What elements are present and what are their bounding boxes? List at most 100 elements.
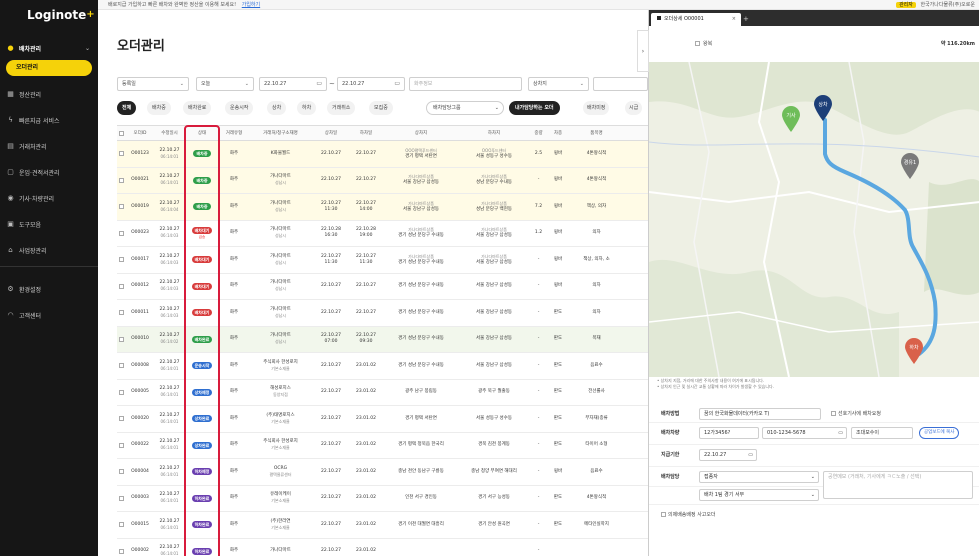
- sidebar-item-settlement[interactable]: ▦ 정산관리: [0, 84, 98, 104]
- row-checkbox[interactable]: [117, 221, 125, 247]
- status-badge[interactable]: 배차대기: [191, 309, 213, 317]
- status-badge[interactable]: 상차완료: [191, 415, 213, 423]
- status-badge[interactable]: 배차중: [193, 176, 211, 184]
- row-checkbox[interactable]: [117, 486, 125, 512]
- signup-link[interactable]: 가입하기: [242, 2, 260, 8]
- table-row[interactable]: O00019 22.10.27 06:14:04 배차중 화주 가나다마트 성남시 22.10…: [117, 194, 648, 221]
- date-from-field[interactable]: 22.10.27 ▭: [259, 77, 327, 91]
- tab-cancelled[interactable]: 거래취소: [327, 101, 356, 115]
- status-badge[interactable]: 배차대기: [191, 226, 213, 234]
- cell-order-id[interactable]: O00003: [125, 486, 155, 512]
- col-status[interactable]: 상태: [184, 126, 220, 140]
- date-type-select[interactable]: 등록일 ⌄: [117, 77, 189, 91]
- table-row[interactable]: O00002 22.10.27 06:14:01 하차완료 화주 가나다마트 22.10.2…: [117, 539, 648, 556]
- col-order-id[interactable]: 오더ID: [125, 126, 155, 140]
- manager-type-select[interactable]: 접종자 ⌄: [699, 471, 819, 483]
- dispatch-group-select[interactable]: 배차담당그룹 ⌄: [426, 101, 504, 115]
- status-badge[interactable]: 하차완료: [191, 521, 213, 529]
- round-trip-toggle[interactable]: 왕복: [695, 40, 712, 47]
- driver-name-field[interactable]: 조대모수이: [851, 427, 913, 439]
- row-checkbox[interactable]: [117, 168, 125, 194]
- row-checkbox[interactable]: [117, 380, 125, 406]
- manager-name-select[interactable]: 배차 1팀 경기 서부 ⌄: [699, 489, 819, 501]
- row-checkbox[interactable]: [117, 539, 125, 556]
- status-badge[interactable]: 하차완료: [191, 547, 213, 555]
- pay-deadline-field[interactable]: 22.10.27 ▭: [699, 449, 757, 461]
- map-marker-driver[interactable]: 기사: [780, 105, 802, 133]
- logo[interactable]: Loginote+: [0, 0, 98, 30]
- col-item[interactable]: 품목명: [568, 126, 625, 140]
- search-type-select[interactable]: 상차지 ⌄: [528, 77, 589, 91]
- cell-order-id[interactable]: O00022: [125, 433, 155, 459]
- collapse-panel-button[interactable]: ›: [637, 30, 649, 72]
- tab-transport-started[interactable]: 운송시작: [225, 101, 254, 115]
- row-checkbox[interactable]: [117, 327, 125, 353]
- sidebar-item-clients[interactable]: ▤ 거래처관리: [0, 136, 98, 156]
- table-row[interactable]: O00123 22.10.27 06:14:01 배차중 화주 K화물월드 22.10.27…: [117, 141, 648, 168]
- status-badge[interactable]: 하차완료: [191, 494, 213, 502]
- col-client[interactable]: 거래처/청구소재명: [248, 126, 313, 140]
- sidebar-item-tools[interactable]: ▣ 도구모음: [0, 214, 98, 234]
- table-row[interactable]: O00021 22.10.27 06:14:01 배차중 화주 가나다마트 성남시 22.10…: [117, 167, 648, 194]
- table-row[interactable]: O00023 22.10.27 06:14:03 배차대기 급송 화주 가나다마트 성남시 22…: [117, 221, 648, 247]
- table-row[interactable]: O00005 22.10.27 06:14:01 상차예정 화주 해성로지스 동양지점 22.…: [117, 380, 648, 406]
- map-marker-pickup[interactable]: 상차: [812, 94, 834, 122]
- sidebar-subitem-order-management[interactable]: 오더관리: [6, 60, 92, 76]
- row-checkbox[interactable]: [117, 300, 125, 326]
- cell-order-id[interactable]: O00010: [125, 327, 155, 353]
- cell-order-id[interactable]: O00015: [125, 512, 155, 538]
- table-row[interactable]: O00020 22.10.27 06:14:01 상차완료 화주 (주)태명로지스 기본소재…: [117, 406, 648, 433]
- sidebar-item-fare-quote[interactable]: ▢ 운임·견적서관리: [0, 162, 98, 182]
- cell-order-id[interactable]: O00021: [125, 168, 155, 194]
- tab-dispatched[interactable]: 배차완료: [183, 101, 212, 115]
- status-badge[interactable]: 상차예정: [191, 388, 213, 396]
- tab-urgent[interactable]: 시급: [625, 101, 643, 115]
- sidebar-item-fast-pay[interactable]: ϟ 빠른지급 서비스: [0, 110, 98, 130]
- map-marker-dropoff[interactable]: 하차: [903, 337, 925, 365]
- select-all-checkbox[interactable]: [117, 126, 125, 140]
- table-row[interactable]: O00017 22.10.27 06:14:03 배차대기 화주 가나다마트 성남시 22.1…: [117, 247, 648, 274]
- status-badge[interactable]: 하차예정: [191, 468, 213, 476]
- account-info[interactable]: 관리자 한국가나다물류(주)오로운: [896, 0, 975, 10]
- route-map[interactable]: 상차 기사 경유1 하차: [649, 62, 979, 377]
- row-checkbox[interactable]: [117, 194, 125, 220]
- driver-phone-field[interactable]: 010-1234-5678 ▭: [762, 427, 847, 439]
- col-modified[interactable]: 수정일시: [155, 126, 184, 140]
- sidebar-item-settings[interactable]: ⚙ 환경설정: [0, 279, 98, 299]
- cell-order-id[interactable]: O00020: [125, 406, 155, 432]
- col-dropoff[interactable]: 하차지: [459, 126, 529, 140]
- table-row[interactable]: O00004 22.10.27 06:14:01 하차예정 화주 OCRG 평택물류센터 22…: [117, 459, 648, 486]
- search-input[interactable]: [593, 77, 648, 91]
- sidebar-item-dispatch[interactable]: ● 배차관리 ⌄: [0, 38, 98, 58]
- cell-order-id[interactable]: O00008: [125, 353, 155, 379]
- col-unload-date[interactable]: 하차일: [349, 126, 383, 140]
- table-row[interactable]: O00015 22.10.27 06:14:01 하차완료 화주 (주)한라연 기본소재율 2…: [117, 512, 648, 539]
- status-badge[interactable]: 배차중: [193, 203, 211, 211]
- col-weight[interactable]: 중량: [529, 126, 548, 140]
- table-row[interactable]: O00012 22.10.27 06:14:03 배차대기 화주 가나다마트 성남시 22.1…: [117, 274, 648, 300]
- row-checkbox[interactable]: [117, 459, 125, 485]
- my-orders-button[interactable]: 내가담당하는 오더: [509, 101, 560, 115]
- cell-order-id[interactable]: O00005: [125, 380, 155, 406]
- map-marker-waypoint[interactable]: 경유1: [899, 152, 921, 180]
- date-to-field[interactable]: 22.10.27 ▭: [337, 77, 405, 91]
- col-trade-type[interactable]: 거래유형: [220, 126, 248, 140]
- status-badge[interactable]: 배차완료: [191, 335, 213, 343]
- status-badge[interactable]: 상차완료: [191, 441, 213, 449]
- add-tab-button[interactable]: +: [743, 13, 749, 26]
- tab-order-detail[interactable]: 오더상세 O00001 ×: [651, 13, 741, 26]
- table-row[interactable]: O00022 22.10.27 06:14:01 상차완료 화주 주식회사 한성로지 기본소…: [117, 433, 648, 459]
- cell-order-id[interactable]: O00023: [125, 221, 155, 247]
- row-checkbox[interactable]: [117, 433, 125, 459]
- cell-order-id[interactable]: O00012: [125, 274, 155, 300]
- tab-all[interactable]: 전체: [117, 101, 137, 115]
- col-pickup[interactable]: 상차지: [383, 126, 459, 140]
- tab-unloaded[interactable]: 하차: [297, 101, 317, 115]
- row-checkbox[interactable]: [117, 353, 125, 379]
- sidebar-item-workplace[interactable]: ⌂ 사업장관리: [0, 240, 98, 260]
- col-load-date[interactable]: 상차일: [313, 126, 349, 140]
- row-checkbox[interactable]: [117, 512, 125, 538]
- status-badge[interactable]: 배차중: [193, 150, 211, 158]
- row-checkbox[interactable]: [117, 141, 125, 167]
- sidebar-item-support[interactable]: ◠ 고객센터: [0, 305, 98, 325]
